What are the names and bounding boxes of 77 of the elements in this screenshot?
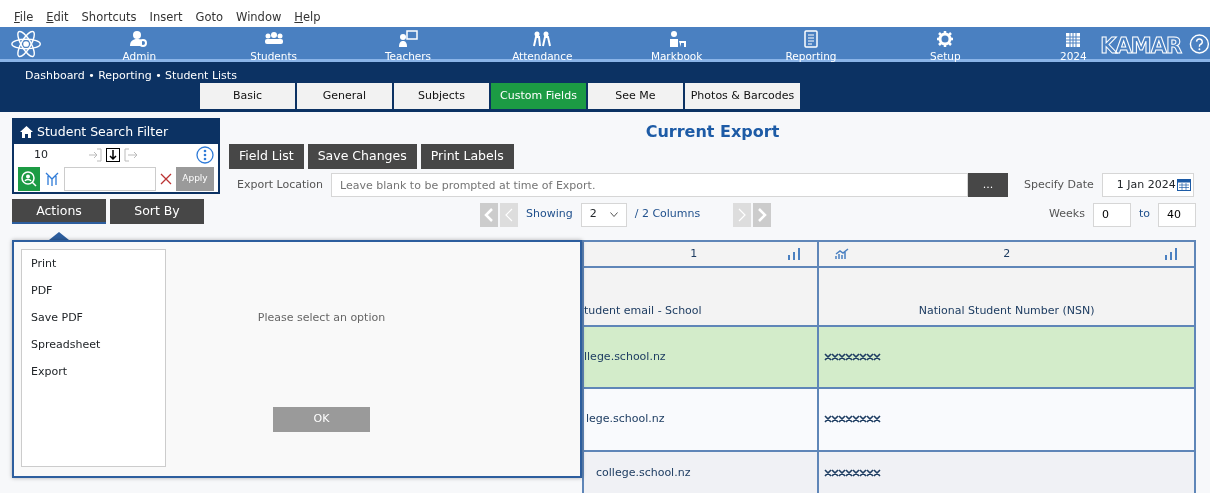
side-button[interactable]: Sort By: [110, 199, 204, 224]
browse-button[interactable]: ...: [968, 173, 1009, 197]
option-item[interactable]: Print: [22, 250, 165, 277]
side-button[interactable]: Actions: [12, 199, 106, 224]
tab[interactable]: Basic: [200, 83, 295, 109]
calendar-icon[interactable]: [1176, 179, 1191, 191]
page-title: Current Export: [644, 121, 781, 143]
home-icon: [20, 126, 33, 138]
clear-icon[interactable]: [160, 172, 172, 185]
nav-item[interactable]: Admin: [72, 27, 207, 59]
atom-logo-icon: [10, 29, 43, 59]
year-button[interactable]: 2024: [1054, 27, 1093, 59]
bar-chart-icon[interactable]: [1164, 248, 1178, 260]
toolbar-button[interactable]: Print Labels: [420, 144, 514, 169]
field-label: Specify Date: [1024, 176, 1094, 193]
breadcrumb-text: Dashboard • Reporting • Student Lists: [24, 68, 238, 83]
person-gear-icon: [129, 30, 150, 48]
nav-item[interactable]: Teachers: [340, 27, 476, 59]
filter-title-text: Student Search Filter: [37, 122, 169, 141]
download-icon[interactable]: [106, 148, 120, 162]
columns-total: / 2 Columns: [634, 206, 701, 223]
filter-tree-icon[interactable]: [44, 170, 60, 187]
option-item[interactable]: Export: [22, 358, 165, 385]
tab[interactable]: See Me: [588, 83, 683, 109]
chevron-down-icon: [609, 212, 618, 217]
search-field[interactable]: [64, 166, 156, 191]
calendar-icon: [1065, 30, 1082, 48]
email-cell: college.school.nz: [596, 465, 691, 479]
menu-item[interactable]: Help: [294, 9, 321, 27]
option-item[interactable]: Save PDF: [22, 304, 165, 331]
nav-item[interactable]: Students: [206, 27, 341, 59]
email-cell: llege.school.nz: [584, 349, 666, 363]
brand-logo: KAMAR: [1100, 33, 1182, 59]
menu-item[interactable]: File: [14, 9, 34, 27]
showing-label: Showing: [526, 206, 573, 223]
menu-item[interactable]: Goto: [195, 9, 223, 27]
bar-chart-icon[interactable]: [787, 248, 802, 260]
people-desks-icon: [532, 30, 553, 48]
column-number: 2: [1002, 245, 1012, 262]
trend-chart-icon[interactable]: [835, 248, 850, 260]
help-icon[interactable]: [1189, 33, 1210, 55]
tab[interactable]: Photos & Barcodes: [685, 83, 800, 109]
email-cell: lege.school.nz: [586, 412, 665, 426]
nav-item[interactable]: Markbook: [609, 27, 744, 59]
menu-item[interactable]: Edit: [46, 9, 69, 27]
export-location-field[interactable]: Leave blank to be prompted at time of Export.: [331, 173, 969, 197]
search-person-icon: [21, 170, 37, 187]
column-header[interactable]: tudent email - School: [584, 303, 702, 317]
field-label: to: [1138, 206, 1150, 223]
table-row[interactable]: college.school.nz: [583, 451, 1195, 493]
columns-select[interactable]: 2: [580, 202, 627, 227]
toolbar-button[interactable]: Save Changes: [307, 144, 417, 169]
field-label: Weeks: [1049, 206, 1085, 223]
gear-icon: [935, 30, 956, 48]
weeks-from-field[interactable]: 0: [1092, 202, 1131, 227]
table-row[interactable]: lege.school.nz: [583, 388, 1195, 451]
tab[interactable]: Custom Fields: [491, 83, 586, 109]
menu-item[interactable]: Insert: [149, 9, 183, 27]
student-count: 10: [34, 146, 48, 163]
option-item[interactable]: PDF: [22, 277, 165, 304]
menu-item[interactable]: Window: [236, 9, 282, 27]
column-header[interactable]: National Student Number (NSN): [918, 303, 1095, 317]
search-button[interactable]: [18, 166, 40, 191]
field-label: Export Location: [237, 176, 324, 193]
more-options-icon[interactable]: [196, 146, 214, 164]
menu-item[interactable]: Shortcuts: [81, 9, 137, 27]
presenter-icon: [397, 30, 418, 48]
tab[interactable]: General: [297, 83, 392, 109]
date-field[interactable]: 1 Jan 2024: [1101, 173, 1194, 197]
dialog-message: Please select an option: [257, 310, 386, 326]
table-row[interactable]: llege.school.nz: [583, 326, 1195, 388]
option-item[interactable]: Spreadsheet: [22, 331, 165, 358]
nav-item[interactable]: Attendance: [475, 27, 610, 59]
toolbar-button[interactable]: Field List: [229, 144, 304, 169]
tab[interactable]: Subjects: [394, 83, 489, 109]
column-number: 1: [689, 245, 699, 262]
weeks-to-field[interactable]: 40: [1158, 202, 1196, 227]
